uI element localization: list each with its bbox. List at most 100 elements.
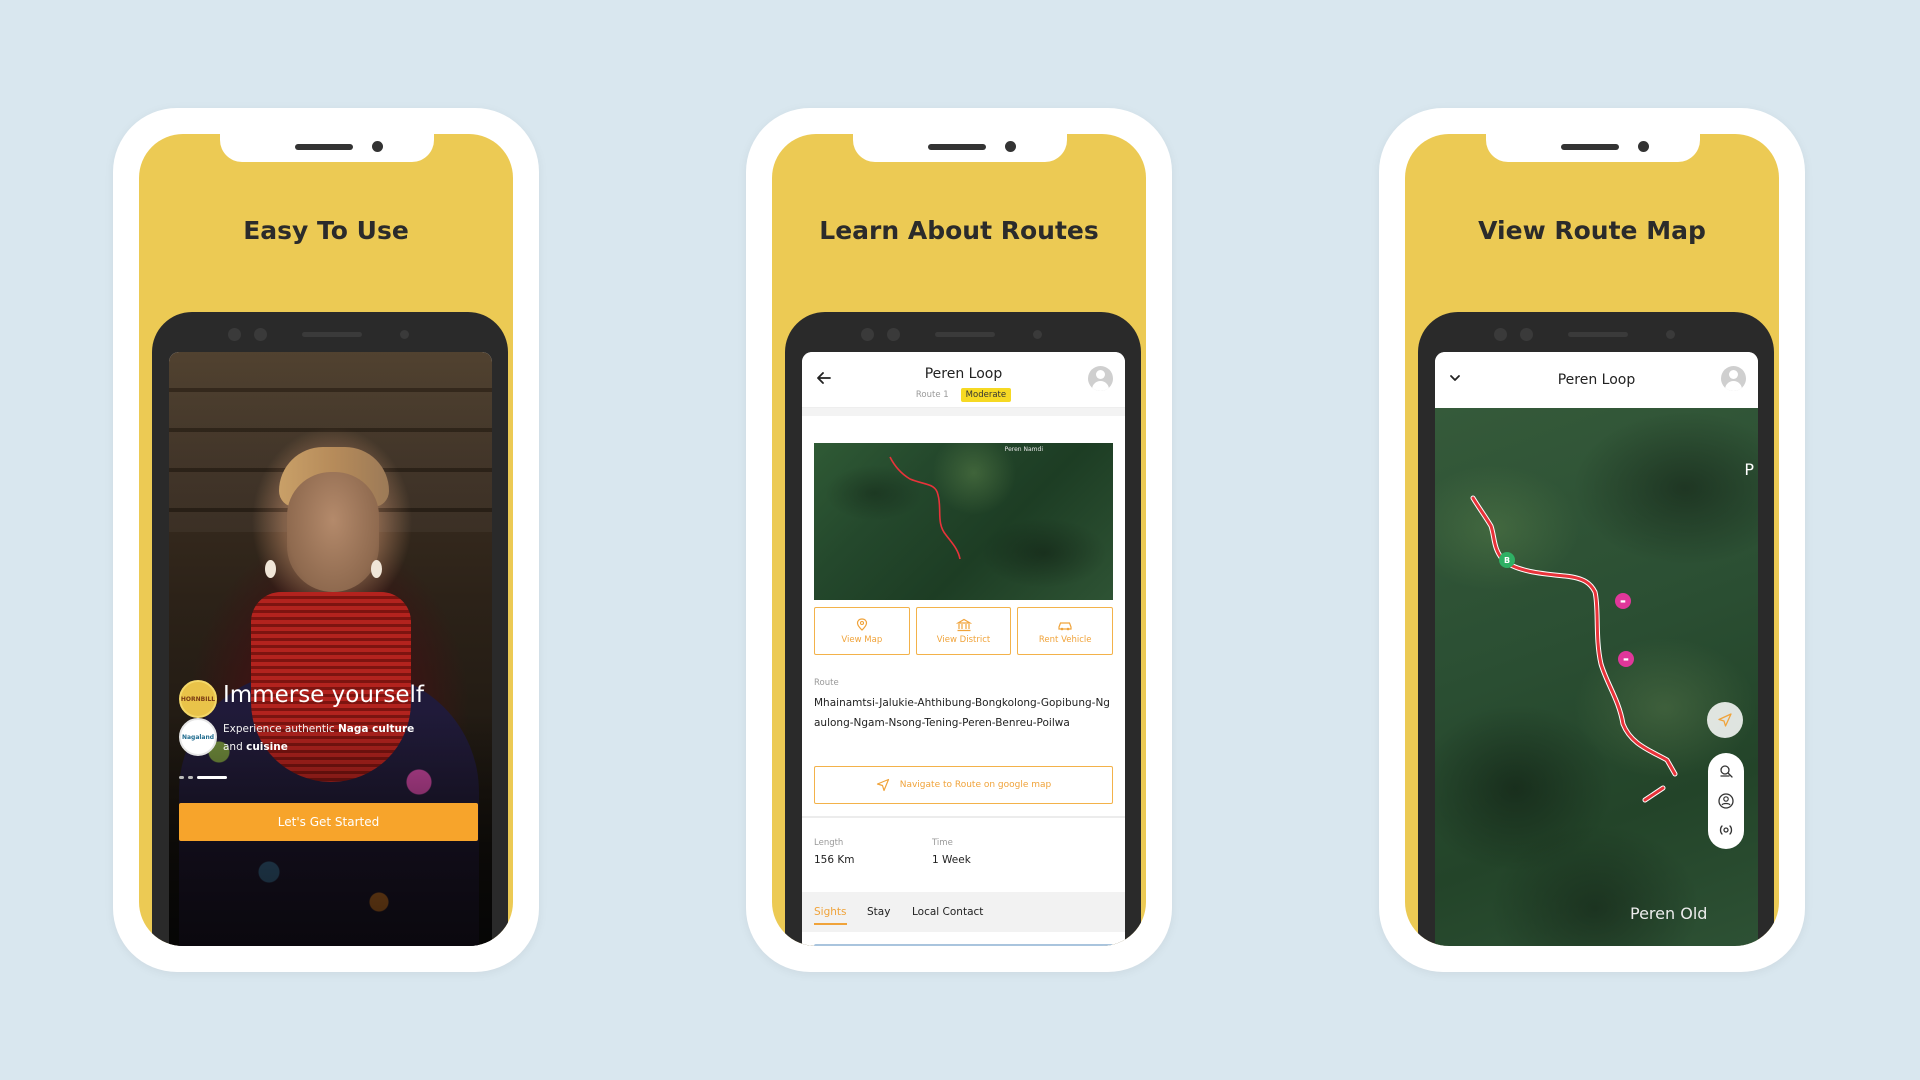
time-stat: Time 1 Week [932,838,971,866]
avatar-head [1729,370,1738,379]
panel-title: Learn About Routes [819,216,1099,245]
front-camera [1638,141,1649,152]
panel-background: Learn About Routes Peren Loop Route 1 Mo… [772,134,1146,946]
device-sensors [785,328,1141,342]
nagaland-logo-text: Nagaland [181,733,215,741]
length-label: Length [814,838,844,848]
map-tools [1708,753,1744,849]
map-pin-icon [856,617,867,631]
navigate-label: Navigate to Route on google map [899,780,1052,790]
earpiece [302,332,362,337]
profile-avatar-icon[interactable] [1721,366,1746,391]
user-location-icon[interactable] [1717,792,1735,810]
speaker-grille [928,144,986,150]
route-map-thumbnail[interactable]: Peren Namdi [814,443,1113,600]
avatar-body [1725,381,1742,391]
building-icon [955,618,972,631]
sight-image-card[interactable] [814,944,1113,946]
marker-glyph: ▬ [1623,655,1629,663]
device-sensors [1418,328,1774,342]
sensor [887,328,900,341]
panel-title: Easy To Use [243,216,409,245]
sensor [861,328,874,341]
onboarding-description: Experience authentic Naga culture and cu… [223,720,423,756]
phone-mockup-route-map: View Route Map Peren Loop P B ▬ ▬ Peren … [1379,108,1805,972]
profile-avatar-icon[interactable] [1088,366,1113,391]
section-divider [802,816,1125,818]
hotel-marker[interactable]: ▬ [1615,593,1631,609]
route-number: Route 1 [915,390,949,400]
length-value: 156 Km [814,854,855,866]
route-actions: View Map View District Rent Vehicle [814,607,1114,655]
tab-local-contact[interactable]: Local Contact [912,906,983,918]
time-value: 1 Week [932,854,971,866]
sensor [254,328,267,341]
bus-stop-marker[interactable]: B [1499,552,1515,568]
view-map-button[interactable]: View Map [814,607,910,655]
phone-notch [853,134,1067,162]
tab-stay[interactable]: Stay [867,906,890,918]
marker-glyph: ▬ [1620,597,1626,605]
satellite-map[interactable]: P B ▬ ▬ Peren Old [1435,408,1758,946]
avatar-head [1096,370,1105,379]
device-frame: Peren Loop P B ▬ ▬ Peren Old [1418,312,1774,946]
phone-mockup-routes: Learn About Routes Peren Loop Route 1 Mo… [746,108,1172,972]
description-highlight: cuisine [246,741,288,753]
section-divider [802,408,1125,416]
route-section-label: Route [814,678,839,688]
description-highlight: Naga culture [338,723,415,735]
panel-background: View Route Map Peren Loop P B ▬ ▬ Peren … [1405,134,1779,946]
length-stat: Length 156 Km [814,838,855,866]
carousel-indicator [179,776,227,779]
route-line [1470,495,1678,803]
marker-glyph: B [1503,555,1511,565]
map-title: Peren Loop [1557,372,1636,388]
phone-mockup-easy-to-use: Easy To Use HORNBILL Nagaland Immerse yo… [113,108,539,972]
route-title: Peren Loop [924,366,1003,382]
phone-notch [220,134,434,162]
portrait-face [287,472,379,592]
carousel-dot-active[interactable] [197,776,227,779]
front-camera [372,141,383,152]
app-header: Peren Loop [1435,352,1758,408]
time-label: Time [932,838,953,848]
navigate-google-map-button[interactable]: Navigate to Route on google map [814,766,1113,804]
carousel-dot[interactable] [188,776,193,779]
navigation-arrow-icon [876,778,889,792]
view-district-label: View District [936,634,991,645]
view-map-label: View Map [841,634,883,645]
rent-vehicle-label: Rent Vehicle [1038,634,1092,645]
speaker-grille [295,144,353,150]
get-started-button[interactable]: Let's Get Started [179,803,478,841]
sensor [1494,328,1507,341]
onboarding-screen: HORNBILL Nagaland Immerse yourself Exper… [169,352,492,946]
speaker-grille [1561,144,1619,150]
route-map-screen: Peren Loop P B ▬ ▬ Peren Old [1435,352,1758,946]
sensor [1666,330,1675,339]
earpiece [1568,332,1628,337]
tab-sights[interactable]: Sights [814,906,847,925]
broadcast-icon[interactable] [1717,821,1735,839]
detail-tabs: Sights Stay Local Contact [802,892,1125,932]
earpiece [935,332,995,337]
avatar-body [1092,381,1109,391]
route-stops: Mhainamtsi-Jalukie-Ahthibung-Bongkolong-… [814,697,1110,729]
nagaland-logo: Nagaland [179,718,217,756]
sensor [228,328,241,341]
map-place-label: Peren Old [1630,904,1708,923]
device-sensors [152,328,508,342]
panel-background: Easy To Use HORNBILL Nagaland Immerse yo… [139,134,513,946]
carousel-dot[interactable] [179,776,184,779]
hotel-marker[interactable]: ▬ [1618,651,1634,667]
sensor [1520,328,1533,341]
locate-me-button[interactable] [1707,702,1743,738]
description-text: and [223,741,247,753]
earring [265,560,276,578]
rent-vehicle-button[interactable]: Rent Vehicle [1017,607,1114,655]
earring [371,560,382,578]
app-header: Peren Loop Route 1 Moderate [802,352,1125,408]
sensor [1033,330,1042,339]
view-district-button[interactable]: View District [915,607,1012,655]
layers-icon[interactable] [1717,763,1735,781]
navigation-arrow-icon [1718,713,1732,727]
